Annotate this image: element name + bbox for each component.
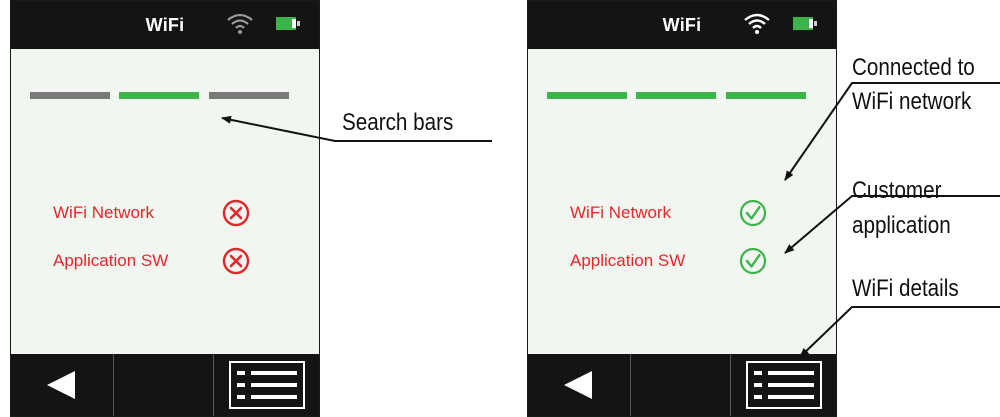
callout-customer-line1: Customer: [852, 177, 942, 204]
callout-leaders: [221, 82, 1000, 358]
callout-wifi-details: WiFi details: [852, 275, 959, 302]
callout-search-bars: Search bars: [342, 109, 454, 136]
wifi-details-leader: [799, 306, 1000, 358]
callout-customer-line2: application: [852, 212, 951, 239]
callout-connected-line1: Connected to: [852, 54, 975, 81]
callout-connected-line2: WiFi network: [852, 88, 972, 115]
